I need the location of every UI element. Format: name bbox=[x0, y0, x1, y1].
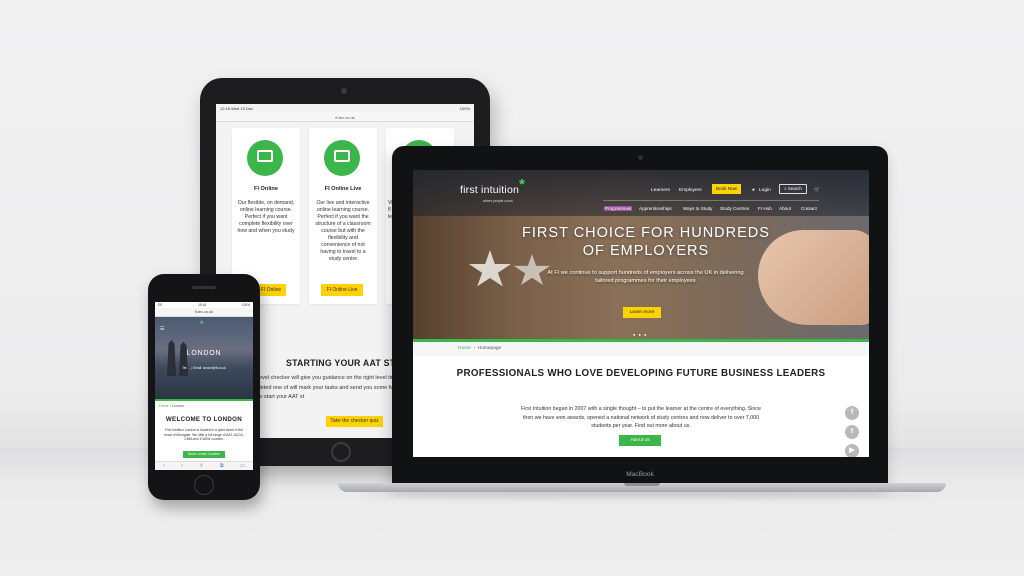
contact-line: Tel: ... | Email: london@fi.co.uk bbox=[182, 366, 226, 370]
card-description: Our flexible, on demand, online learning… bbox=[237, 200, 295, 234]
youtube-icon[interactable]: ▶ bbox=[845, 444, 859, 457]
hero-text: At FI we continue to support hundreds of… bbox=[547, 270, 744, 285]
search-button[interactable]: ⌕ Search bbox=[779, 184, 807, 194]
card-title: FI Online Live bbox=[324, 186, 362, 192]
london-hero bbox=[155, 317, 253, 399]
book-now-button[interactable]: Book Now bbox=[712, 184, 741, 194]
phone-battery: 100% bbox=[241, 303, 250, 307]
search-label: Search bbox=[787, 186, 802, 191]
laptop-base bbox=[338, 483, 946, 492]
site-logo[interactable]: first intuition bbox=[460, 184, 519, 196]
nav-ways-to-study[interactable]: Ways to Study bbox=[683, 206, 712, 211]
nav-study-centres[interactable]: Study Centres bbox=[720, 206, 749, 211]
breadcrumb-home[interactable]: Home bbox=[458, 346, 471, 351]
bookmarks-icon[interactable]: ⧉ bbox=[220, 462, 224, 470]
nav-employers[interactable]: Employers bbox=[679, 188, 702, 193]
card-title: FI Online bbox=[254, 186, 278, 192]
tablet-status-bar: 12:16 Wed 19 Dec 100% bbox=[216, 104, 474, 112]
logo-asterisk-icon[interactable]: * bbox=[200, 319, 204, 329]
city-title: LONDON bbox=[186, 350, 222, 357]
course-card-fi-online-live[interactable]: FI Online Live Our live and interactive … bbox=[309, 128, 377, 304]
fi-online-live-button[interactable]: FI Online Live bbox=[321, 284, 363, 296]
learn-more-button[interactable]: Learn more bbox=[623, 307, 661, 318]
tablet-camera bbox=[341, 88, 347, 94]
book-london-courses-button[interactable]: Book London Courses bbox=[183, 451, 225, 458]
browser-toolbar: ‹ › ⇧ ⧉ ▭ bbox=[155, 461, 253, 470]
phone-url-bar[interactable]: fi-tec.co.uk bbox=[155, 308, 253, 317]
section-text: First Intuition began in 2007 with a sin… bbox=[521, 406, 761, 430]
phone-speaker bbox=[192, 286, 216, 289]
breadcrumb-current: Homepage bbox=[477, 346, 502, 351]
tower-bridge-image bbox=[167, 340, 188, 376]
laptop-device: first intuition * where people count Lea… bbox=[392, 146, 888, 484]
logo-tagline: where people count bbox=[483, 199, 513, 203]
facebook-icon[interactable]: f bbox=[845, 406, 859, 420]
logo-asterisk-icon: * bbox=[519, 176, 525, 193]
breadcrumb: Home › Homepage bbox=[413, 342, 869, 356]
cart-icon[interactable]: 🛒 bbox=[814, 188, 820, 193]
nav-divider bbox=[603, 200, 819, 201]
phone-home-button[interactable] bbox=[194, 475, 214, 495]
chevron-right-icon: › bbox=[473, 346, 476, 351]
take-checker-quiz-button[interactable]: Take the checker quiz bbox=[326, 416, 383, 427]
about-us-button[interactable]: About us bbox=[619, 435, 661, 446]
tablet-status-time: 12:16 Wed 19 Dec bbox=[220, 106, 254, 111]
breadcrumb-current: London bbox=[171, 404, 184, 408]
tablet-url-bar[interactable]: fi-tec.co.uk bbox=[216, 112, 474, 122]
back-icon[interactable]: ‹ bbox=[163, 462, 165, 470]
phone-device: EE 15:16 100% fi-tec.co.uk ☰ * LONDON Te… bbox=[148, 274, 260, 500]
star-shape bbox=[468, 250, 512, 287]
slider-dots[interactable]: ● ● ● bbox=[633, 332, 647, 337]
twitter-icon[interactable]: t bbox=[845, 425, 859, 439]
breadcrumb-home[interactable]: Home bbox=[159, 404, 169, 408]
tabs-icon[interactable]: ▭ bbox=[240, 462, 245, 470]
section-heading: PROFESSIONALS WHO LOVE DEVELOPING FUTURE… bbox=[456, 368, 826, 379]
laptop-brand-label: MacBook bbox=[626, 471, 654, 478]
laptop-icon bbox=[247, 140, 283, 176]
breadcrumb: Home › London bbox=[159, 404, 184, 408]
nav-fi-hub[interactable]: FI Hub bbox=[758, 206, 772, 211]
green-divider bbox=[155, 399, 253, 401]
login-link[interactable]: Login bbox=[759, 188, 771, 193]
user-icon: ● bbox=[752, 188, 755, 193]
nav-learners[interactable]: Learners bbox=[651, 188, 670, 193]
welcome-text: First Intuition London is located in a q… bbox=[164, 428, 244, 442]
forward-icon[interactable]: › bbox=[181, 462, 183, 470]
nav-about[interactable]: About bbox=[779, 206, 791, 211]
phone-time: 15:16 bbox=[198, 303, 207, 307]
laptop-camera bbox=[638, 155, 643, 160]
hero-banner: first intuition * where people count Lea… bbox=[413, 170, 869, 339]
menu-icon[interactable]: ☰ bbox=[160, 326, 164, 332]
phone-carrier: EE bbox=[158, 303, 163, 307]
card-description: Our live and interactive online learning… bbox=[315, 200, 371, 262]
tablet-status-battery: 100% bbox=[459, 106, 470, 111]
hand-image bbox=[758, 230, 869, 325]
video-chat-icon bbox=[324, 140, 360, 176]
nav-contact[interactable]: Contact bbox=[801, 206, 817, 211]
phone-screen: EE 15:16 100% fi-tec.co.uk ☰ * LONDON Te… bbox=[155, 302, 253, 470]
laptop-screen: first intuition * where people count Lea… bbox=[413, 170, 869, 457]
share-icon[interactable]: ⇧ bbox=[199, 462, 203, 470]
nav-programmes[interactable]: Programmes bbox=[604, 206, 633, 211]
laptop-shadow bbox=[360, 492, 930, 498]
fi-online-button[interactable]: FI Online bbox=[256, 284, 286, 296]
nav-apprenticeships[interactable]: Apprenticeships bbox=[639, 206, 672, 211]
welcome-heading: WELCOME TO LONDON bbox=[165, 416, 243, 423]
tablet-home-button[interactable] bbox=[331, 442, 351, 462]
hero-heading: FIRST CHOICE FOR HUNDREDS OF EMPLOYERS bbox=[522, 225, 770, 259]
